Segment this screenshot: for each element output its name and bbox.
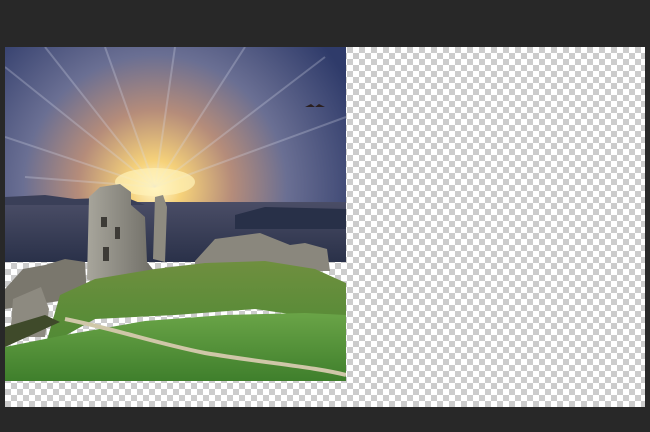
castle-ruins-photo [5, 47, 346, 381]
workspace [0, 0, 650, 432]
photo-layer[interactable] [5, 47, 346, 381]
